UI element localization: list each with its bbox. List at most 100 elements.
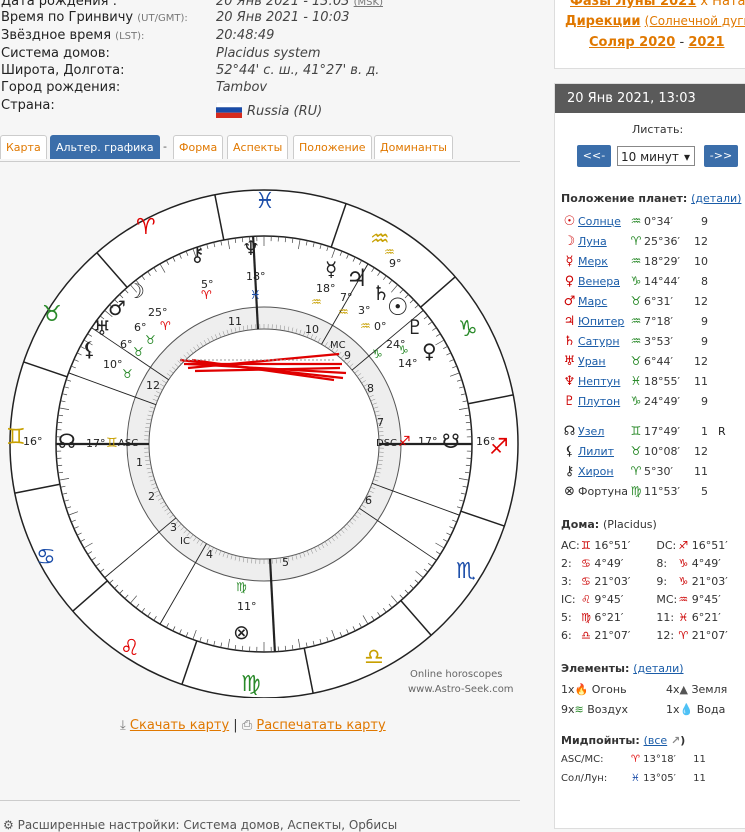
- planet-glyph-icon: ♄: [561, 332, 578, 352]
- sidebar: Фазы Луны 2021 x Натал Дирекции (Солнечн…: [554, 0, 745, 827]
- planet-row: ♃Юпитер♒7°18′9: [561, 311, 745, 331]
- elements-title: Элементы: (детали): [561, 662, 684, 675]
- midpoints-all-link[interactable]: (все: [644, 734, 668, 747]
- tab-dominants[interactable]: Доминанты: [374, 135, 453, 159]
- next-step-button[interactable]: ->>: [704, 145, 738, 167]
- sign-glyph-icon: ♓: [628, 371, 644, 391]
- planet-glyph-icon: ♇: [561, 392, 578, 412]
- gear-icon: ⚙: [3, 818, 14, 832]
- planet-name-link[interactable]: Венера: [578, 272, 628, 292]
- sign-glyph-icon: ♑: [628, 391, 644, 411]
- country-value: Russia (RU): [216, 102, 322, 119]
- planet-name-link[interactable]: Солнце: [578, 212, 628, 232]
- planet-row: ☽Луна♈25°36′12: [561, 231, 745, 251]
- svg-text:6°: 6°: [120, 338, 133, 351]
- capricorn-icon: ♑: [458, 317, 478, 342]
- houses-title: Дома: (Placidus): [561, 518, 657, 531]
- cancer-icon: ♋: [36, 545, 56, 570]
- solar-return-link[interactable]: Соляр 2020 - 2021: [589, 35, 725, 50]
- svg-text:7: 7: [377, 416, 384, 429]
- tab-position[interactable]: Положение: [293, 135, 372, 159]
- step-select[interactable]: 10 минут▾: [617, 146, 695, 166]
- svg-text:9: 9: [344, 349, 351, 362]
- planet-glyph-icon: ♅: [561, 352, 578, 372]
- scroll-label: Листать:: [632, 123, 683, 136]
- tab-forma[interactable]: Форма: [173, 135, 223, 159]
- point-name: Фортуна: [578, 482, 628, 502]
- svg-text:DSC: DSC: [376, 438, 397, 449]
- sign-glyph-icon: ♒: [628, 311, 644, 331]
- svg-text:♈: ♈: [160, 319, 171, 333]
- svg-text:♉: ♉: [145, 333, 156, 347]
- tab-karta[interactable]: Карта: [0, 135, 47, 159]
- planet-glyph-icon: ☉: [561, 212, 578, 232]
- fire-icon: 🔥: [575, 683, 589, 696]
- print-chart-link[interactable]: Распечатать карту: [256, 718, 385, 733]
- svg-text:0°: 0°: [374, 320, 387, 333]
- planet-name-link[interactable]: Юпитер: [578, 312, 628, 332]
- directions-link[interactable]: Дирекции (Солнечной дуги): [565, 14, 745, 29]
- planet-name-link[interactable]: Сатурн: [578, 332, 628, 352]
- svg-text:3: 3: [170, 521, 177, 534]
- point-row: ☊Узел♊17°49′1R: [561, 421, 745, 441]
- pisces-icon: ♓: [255, 189, 275, 214]
- tab-aspects[interactable]: Аспекты: [227, 135, 288, 159]
- sign-glyph-icon: ♉: [628, 441, 644, 461]
- svg-text:1: 1: [136, 456, 143, 469]
- sign-glyph-icon: ♊: [628, 421, 644, 441]
- download-icon: ⤓: [120, 718, 126, 733]
- svg-text:16°: 16°: [23, 435, 43, 448]
- libra-icon: ♎: [364, 645, 384, 670]
- mercury-icon: ☿: [325, 257, 337, 281]
- tab-alter-graphics[interactable]: Альтер. графика: [50, 135, 160, 159]
- watermark-line1: Online horoscopes: [410, 669, 502, 680]
- north-node-icon: ☊: [58, 429, 76, 453]
- planet-row: ♇Плутон♑24°49′9: [561, 391, 745, 411]
- info-house-system: Система домов:Placidus system: [1, 45, 321, 62]
- planet-row: ♄Сатурн♒3°53′9: [561, 331, 745, 351]
- point-name[interactable]: Хирон: [578, 462, 628, 482]
- moon-phases-link[interactable]: Фазы Луны 2021 x Натал: [570, 0, 745, 9]
- planet-name-link[interactable]: Луна: [578, 232, 628, 252]
- planet-name-link[interactable]: Марс: [578, 292, 628, 312]
- point-row: ⚷Хирон♈5°30′11: [561, 461, 745, 481]
- point-glyph-icon: ⊗: [561, 482, 578, 502]
- planet-glyph-icon: ☿: [561, 252, 578, 272]
- svg-text:♉: ♉: [122, 367, 133, 381]
- element-water: 1x💧 Вода: [666, 703, 725, 716]
- planets-details-link[interactable]: (детали): [691, 192, 741, 205]
- sign-glyph-icon: ♒: [628, 331, 644, 351]
- elements-details-link[interactable]: (детали): [633, 662, 683, 675]
- planet-name-link[interactable]: Уран: [578, 352, 628, 372]
- info-lst: Звёздное время (LST):20:48:49: [1, 27, 274, 44]
- planet-name-link[interactable]: Плутон: [578, 392, 628, 412]
- point-name[interactable]: Лилит: [578, 442, 628, 462]
- planet-name-link[interactable]: Нептун: [578, 372, 628, 392]
- sign-glyph-icon: ♒: [628, 251, 644, 271]
- point-name[interactable]: Узел: [578, 422, 628, 442]
- svg-text:17°: 17°: [418, 435, 438, 448]
- planet-row: ☿Мерк♒18°29′10: [561, 251, 745, 271]
- russia-flag-icon: [216, 102, 242, 118]
- planet-name-link[interactable]: Мерк: [578, 252, 628, 272]
- point-row: ⊗Фортуна♍11°53′5: [561, 481, 745, 501]
- download-chart-link[interactable]: Скачать карту: [130, 718, 229, 733]
- info-city: Город рождения:Tambov: [1, 79, 267, 96]
- download-bar: ⤓ Скачать карту | ⎙ Распечатать карту: [120, 718, 386, 733]
- advanced-settings[interactable]: ⚙ Расширенные настройки: Система домов, …: [3, 818, 397, 832]
- info-coords: Широта, Долгота:52°44' с. ш., 41°27' в. …: [1, 62, 379, 79]
- divider: [0, 800, 520, 801]
- air-icon: ≋: [575, 703, 584, 716]
- south-node-icon: ☋: [442, 429, 460, 453]
- prev-step-button[interactable]: <<-: [577, 145, 611, 167]
- svg-text:8: 8: [367, 382, 374, 395]
- svg-text:♓: ♓: [250, 288, 261, 302]
- svg-text:ASC: ASC: [118, 438, 138, 449]
- water-icon: 💧: [680, 703, 694, 716]
- printer-icon: ⎙: [242, 718, 252, 733]
- virgo-icon: ♍: [241, 672, 261, 697]
- sign-glyph-icon: ♍: [628, 481, 644, 501]
- svg-text:♒: ♒: [360, 319, 371, 333]
- svg-text:♍: ♍: [236, 580, 247, 594]
- midpoints-title: Мидпойнты: (все ↗): [561, 734, 685, 747]
